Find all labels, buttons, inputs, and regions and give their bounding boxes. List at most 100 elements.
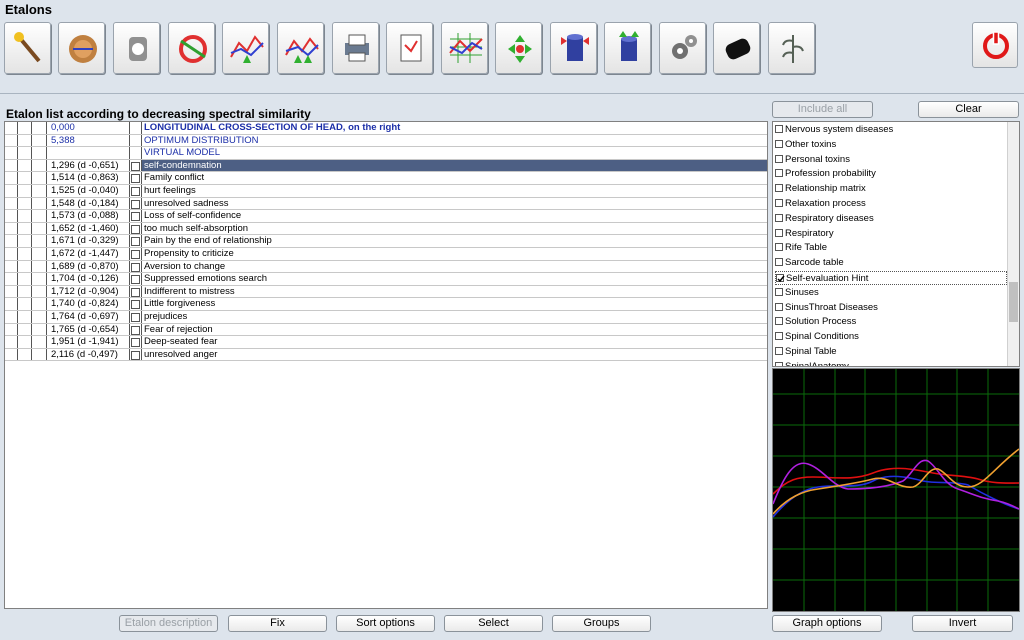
- category-checkbox[interactable]: [775, 154, 783, 163]
- table-row[interactable]: VIRTUAL MODEL: [5, 147, 767, 160]
- category-checkbox[interactable]: [775, 243, 783, 252]
- row-check-cell[interactable]: [130, 285, 142, 298]
- table-row[interactable]: 1,525 (d -0,040) hurt feelings: [5, 185, 767, 198]
- category-checkbox[interactable]: [775, 347, 783, 355]
- category-checkbox[interactable]: [775, 258, 783, 267]
- category-item[interactable]: Respiratory diseases: [775, 212, 1007, 226]
- fix-button[interactable]: Fix: [228, 615, 327, 632]
- row-checkbox[interactable]: [131, 262, 140, 272]
- row-checkbox[interactable]: [131, 300, 140, 310]
- toolbar-button-plant[interactable]: [768, 22, 815, 74]
- category-item[interactable]: Relaxation process: [775, 197, 1007, 211]
- category-item[interactable]: Solution Process: [775, 315, 1007, 329]
- category-item[interactable]: Self-evaluation Hint: [775, 271, 1007, 285]
- etalon-description-button[interactable]: Etalon description: [119, 615, 218, 632]
- row-checkbox[interactable]: [131, 212, 140, 222]
- toolbar-button-arrows[interactable]: [495, 22, 542, 74]
- invert-button[interactable]: Invert: [912, 615, 1013, 632]
- category-checkbox[interactable]: [775, 361, 783, 366]
- row-check-cell[interactable]: [130, 273, 142, 285]
- row-check-cell[interactable]: [130, 298, 142, 310]
- row-check-cell[interactable]: [130, 185, 142, 197]
- category-item[interactable]: SinusThroat Diseases: [775, 301, 1007, 315]
- category-item[interactable]: Other toxins: [775, 138, 1007, 152]
- row-checkbox[interactable]: [131, 224, 140, 234]
- select-button[interactable]: Select: [444, 615, 543, 632]
- row-checkbox[interactable]: [131, 187, 140, 196]
- category-checkbox[interactable]: [775, 302, 783, 311]
- table-row[interactable]: 1,671 (d -0,329) Pain by the end of relat…: [5, 235, 767, 248]
- category-item[interactable]: SpinalAnatomy: [775, 360, 1007, 366]
- category-item[interactable]: Personal toxins: [775, 153, 1007, 167]
- row-check-cell[interactable]: [130, 235, 142, 247]
- row-checkbox[interactable]: [131, 350, 140, 360]
- table-row[interactable]: 1,704 (d -0,126) Suppressed emotions sear…: [5, 273, 767, 286]
- category-scrollbar[interactable]: [1007, 122, 1019, 366]
- clear-button[interactable]: Clear: [918, 101, 1019, 118]
- toolbar-button-cylinder-down[interactable]: [550, 22, 597, 74]
- row-checkbox[interactable]: [131, 250, 140, 259]
- category-item[interactable]: Nervous system diseases: [775, 123, 1007, 137]
- sort-options-button[interactable]: Sort options: [336, 615, 435, 632]
- category-checkbox[interactable]: [775, 199, 783, 207]
- table-row[interactable]: 0,000 LONGITUDINAL CROSS-SECTION OF HEAD,…: [5, 122, 767, 135]
- row-check-cell[interactable]: [130, 147, 142, 159]
- row-checkbox[interactable]: [131, 174, 140, 184]
- toolbar-button-spectrum[interactable]: [168, 22, 215, 74]
- row-check-cell[interactable]: [130, 197, 142, 210]
- category-checkbox[interactable]: [775, 287, 783, 296]
- graph-options-button[interactable]: Graph options: [772, 615, 882, 632]
- table-row[interactable]: 1,296 (d -0,651) self-condemnation: [5, 159, 767, 173]
- table-row[interactable]: 1,712 (d -0,904) Indifferent to mistress: [5, 285, 767, 299]
- category-checkbox[interactable]: [775, 169, 783, 178]
- row-checkbox[interactable]: [131, 161, 140, 171]
- category-checkbox[interactable]: [775, 228, 783, 237]
- toolbar-button-cylinder-up[interactable]: [604, 22, 651, 74]
- row-check-cell[interactable]: [130, 134, 142, 147]
- table-row[interactable]: 1,740 (d -0,824) Little forgiveness: [5, 298, 767, 311]
- row-check-cell[interactable]: [130, 159, 142, 172]
- toolbar-button-graph-up[interactable]: [222, 22, 269, 74]
- table-row[interactable]: 1,951 (d -1,941) Deep-seated fear: [5, 336, 767, 349]
- category-checkbox[interactable]: [775, 332, 783, 341]
- row-check-cell[interactable]: [130, 222, 142, 235]
- toolbar-button-chart-grid[interactable]: [441, 22, 488, 74]
- table-row[interactable]: 1,514 (d -0,863) Family conflict: [5, 172, 767, 185]
- row-checkbox[interactable]: [131, 313, 140, 322]
- category-checkbox[interactable]: [776, 274, 785, 283]
- toolbar-button-gears[interactable]: [659, 22, 706, 74]
- category-checkbox[interactable]: [775, 184, 783, 193]
- table-row[interactable]: 5,388 OPTIMUM DISTRIBUTION: [5, 134, 767, 148]
- category-item[interactable]: Rife Table: [775, 241, 1007, 255]
- category-item[interactable]: Spinal Table: [775, 345, 1007, 359]
- category-item[interactable]: Spinal Conditions: [775, 330, 1007, 344]
- close-button[interactable]: [972, 22, 1018, 68]
- table-row[interactable]: 1,672 (d -1,447) Propensity to criticize: [5, 248, 767, 261]
- toolbar-button-wand[interactable]: [4, 22, 51, 74]
- category-item[interactable]: Sarcode table: [775, 256, 1007, 270]
- table-row[interactable]: 1,689 (d -0,870) Aversion to change: [5, 260, 767, 274]
- toolbar-button-graph-compare[interactable]: [277, 22, 324, 74]
- row-check-cell[interactable]: [130, 311, 142, 323]
- category-item[interactable]: Profession probability: [775, 167, 1007, 181]
- groups-button[interactable]: Groups: [552, 615, 651, 632]
- row-check-cell[interactable]: [130, 172, 142, 184]
- table-row[interactable]: 2,116 (d -0,497) unresolved anger: [5, 348, 767, 362]
- toolbar-button-brain[interactable]: [58, 22, 105, 74]
- row-check-cell[interactable]: [130, 336, 142, 348]
- row-check-cell[interactable]: [130, 248, 142, 260]
- category-checkbox[interactable]: [775, 139, 783, 148]
- toolbar-button-report[interactable]: [386, 22, 433, 74]
- toolbar-button-body[interactable]: [113, 22, 160, 74]
- row-checkbox[interactable]: [131, 275, 140, 285]
- table-row[interactable]: 1,765 (d -0,654) Fear of rejection: [5, 323, 767, 337]
- row-checkbox[interactable]: [131, 325, 140, 335]
- category-item[interactable]: Respiratory: [775, 227, 1007, 241]
- row-checkbox[interactable]: [131, 338, 140, 348]
- category-checkbox[interactable]: [775, 317, 783, 326]
- category-item[interactable]: Relationship matrix: [775, 182, 1007, 196]
- table-row[interactable]: 1,573 (d -0,088) Loss of self-confidence: [5, 210, 767, 223]
- include-all-button[interactable]: Include all: [772, 101, 873, 118]
- row-checkbox[interactable]: [131, 287, 140, 297]
- table-row[interactable]: 1,764 (d -0,697) prejudices: [5, 311, 767, 324]
